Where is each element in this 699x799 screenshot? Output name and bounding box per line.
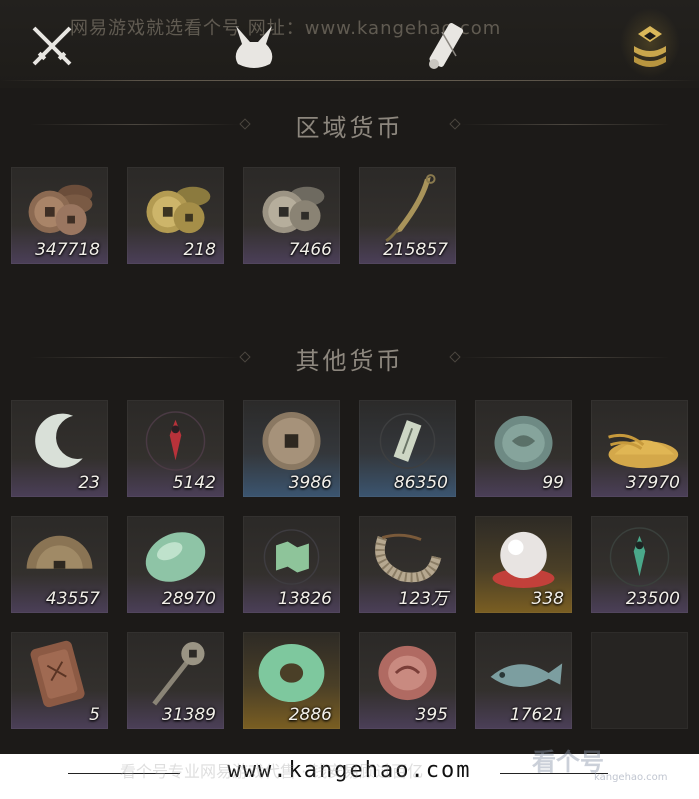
section-title-regional: 区域货币: [295, 114, 404, 142]
pearl-icon: [479, 518, 568, 596]
map-fragment-icon: [247, 518, 336, 596]
ancient-coin-icon: [247, 402, 336, 480]
bronze-plaque-icon: [15, 634, 104, 712]
red-jade-icon: [363, 634, 452, 712]
empty-slot: [591, 632, 688, 729]
item-quantity: 99: [542, 473, 564, 493]
section-divider-right: [460, 124, 670, 125]
item-quantity: 31389: [161, 705, 216, 725]
item-quantity: 37970: [625, 473, 680, 493]
item-quantity: 23500: [625, 589, 680, 609]
item-quantity: 13826: [277, 589, 332, 609]
item-quantity: 395: [415, 705, 448, 725]
currency-slot[interactable]: 23500: [591, 516, 688, 613]
half-coin-icon: [15, 518, 104, 596]
red-sigil-icon: [131, 402, 220, 480]
item-quantity: 43557: [45, 589, 100, 609]
green-sigil-icon: [595, 518, 684, 596]
crossed-swords-icon: [32, 26, 72, 66]
tab-equipment[interactable]: [24, 18, 80, 74]
section-title-other: 其他货币: [295, 347, 404, 375]
currency-slot[interactable]: 5142: [127, 400, 224, 497]
grain-pile-icon: [595, 402, 684, 480]
currency-slot[interactable]: 123万: [359, 516, 456, 613]
gold-coin-stack-icon: [131, 169, 220, 247]
currency-slot[interactable]: 31389: [127, 632, 224, 729]
scroll-icon: [429, 23, 464, 69]
item-quantity: 28970: [161, 589, 216, 609]
currency-slot[interactable]: 395: [359, 632, 456, 729]
item-quantity: 23: [78, 473, 100, 493]
currency-slot[interactable]: 13826: [243, 516, 340, 613]
footer-watermark-text: 看个号专业网易游戏代售 · 钱安易顾过百亿: [120, 762, 424, 781]
coin-stack-icon: [634, 26, 666, 67]
currency-slot[interactable]: 37970: [591, 400, 688, 497]
section-divider-right: [460, 357, 670, 358]
item-quantity: 218: [183, 240, 216, 260]
item-quantity: 215857: [383, 240, 448, 260]
tab-currency[interactable]: [622, 18, 678, 74]
jade-disc-icon: [479, 402, 568, 480]
item-quantity: 347718: [35, 240, 100, 260]
currency-slot[interactable]: 5: [11, 632, 108, 729]
item-quantity: 5: [89, 705, 100, 725]
tab-scrolls[interactable]: [420, 18, 476, 74]
jade-tablet-icon: [363, 402, 452, 480]
item-quantity: 5142: [172, 473, 216, 493]
item-quantity: 17621: [509, 705, 564, 725]
coin-sword-icon: [131, 634, 220, 712]
item-quantity: 123万: [398, 589, 448, 609]
tab-materials[interactable]: [226, 18, 282, 74]
currency-slot[interactable]: 338: [475, 516, 572, 613]
currency-slot[interactable]: 3986: [243, 400, 340, 497]
jade-stone-icon: [131, 518, 220, 596]
jade-crescent-icon: [15, 402, 104, 480]
currency-slot[interactable]: 218: [127, 167, 224, 264]
item-quantity: 86350: [393, 473, 448, 493]
currency-slot[interactable]: 7466: [243, 167, 340, 264]
currency-slot[interactable]: 28970: [127, 516, 224, 613]
item-quantity: 3986: [288, 473, 332, 493]
currency-slot[interactable]: 2886: [243, 632, 340, 729]
item-quantity: 2886: [288, 705, 332, 725]
jade-ring-icon: [247, 634, 336, 712]
currency-slot[interactable]: 17621: [475, 632, 572, 729]
currency-slot[interactable]: 86350: [359, 400, 456, 497]
item-quantity: 7466: [288, 240, 332, 260]
watermark-logo-sub: kangehao.com: [594, 772, 668, 783]
currency-slot[interactable]: 43557: [11, 516, 108, 613]
currency-slot[interactable]: 99: [475, 400, 572, 497]
currency-slot[interactable]: 347718: [11, 167, 108, 264]
currency-slot[interactable]: 215857: [359, 167, 456, 264]
silver-coin-stack-icon: [247, 169, 336, 247]
currency-slot[interactable]: 23: [11, 400, 108, 497]
bundle-icon: [235, 26, 273, 68]
jade-fish-icon: [479, 634, 568, 712]
throwing-knife-icon: [363, 169, 452, 247]
item-quantity: 338: [531, 589, 564, 609]
copper-coin-stack-icon: [15, 169, 104, 247]
tab-bar-divider: [0, 80, 699, 81]
